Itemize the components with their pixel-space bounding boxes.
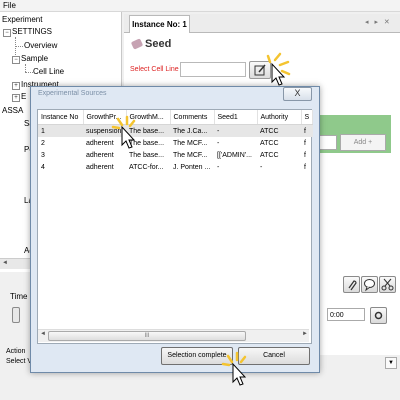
table-row[interactable]: 3 adherent The base... The MCF... [['ADM… [38, 149, 313, 161]
dialog-close-button[interactable]: X [283, 87, 312, 101]
table-cell: The J.Ca... [170, 124, 214, 137]
tree-item-cell-line[interactable]: Cell Line [33, 67, 64, 77]
table-cell: ATCC [260, 151, 279, 159]
table-cell: - [217, 139, 220, 147]
menubar: File [0, 0, 400, 12]
scroll-right-icon[interactable]: ► [302, 331, 308, 337]
tree-item-sample[interactable]: Sample [21, 54, 48, 64]
cell-line-input[interactable] [180, 62, 246, 77]
table-cell: f [304, 139, 306, 147]
sources-table: Instance No GrowthPr... GrowthM... Comme… [38, 110, 314, 173]
speech-bubble-icon [364, 279, 375, 292]
add-button[interactable]: Add + [340, 134, 386, 151]
comment-button[interactable] [361, 276, 378, 293]
paperclip-icon [348, 280, 357, 291]
select-version-label: Select V [6, 358, 33, 365]
click-indicator-cursor [266, 52, 291, 86]
table-cell: J. Ponten ... [173, 163, 211, 171]
tree-connector [25, 72, 33, 73]
table-cell: 3 [41, 151, 45, 159]
click-indicator-cursor [221, 351, 247, 386]
time-label: Time [10, 292, 28, 301]
tab-instance-1[interactable]: Instance No: 1 [129, 15, 190, 33]
section-title-seed: Seed [145, 38, 172, 50]
table-cell: 1 [38, 124, 83, 137]
tree-item-settings[interactable]: SETTINGS [12, 27, 52, 37]
scissors-icon [381, 278, 394, 291]
collapse-icon[interactable]: − [12, 56, 20, 64]
gear-icon [374, 311, 383, 320]
column-header[interactable]: Instance No [38, 110, 84, 125]
cut-button[interactable] [379, 276, 396, 293]
column-header[interactable]: S [301, 110, 314, 125]
expand-icon[interactable]: + [12, 94, 20, 102]
table-cell: - [260, 163, 263, 171]
table-cell: The base... [129, 151, 165, 159]
scrollbar-thumb[interactable]: III [48, 331, 246, 341]
table-cell: f [304, 151, 306, 159]
table-cell: f [301, 124, 313, 137]
table-cell: 2 [41, 139, 45, 147]
attach-button[interactable] [343, 276, 360, 293]
table-cell: f [304, 163, 306, 171]
tree-connector [25, 64, 26, 72]
table-row[interactable]: 1 suspension The base... The J.Ca... - A… [38, 124, 313, 137]
table-cell: The MCF... [173, 139, 208, 147]
collapse-icon[interactable]: − [3, 29, 11, 37]
column-header[interactable]: Seed1 [214, 110, 258, 125]
time-input[interactable]: 0:00 [327, 308, 365, 321]
tree-item-overview[interactable]: Overview [24, 41, 57, 51]
table-cell: adherent [86, 163, 114, 171]
dialog-title: Experimental Sources [38, 90, 107, 97]
tree-item-experiment[interactable]: Experiment [2, 15, 42, 25]
tab-navigation-icons[interactable]: ◂ ▸ ✕ [365, 18, 392, 26]
table-cell: adherent [86, 151, 114, 159]
table-cell: ATCC-for... [129, 163, 164, 171]
table-cell: ATCC [260, 139, 279, 147]
time-slider-handle[interactable] [12, 307, 20, 323]
table-cell: ATCC [257, 124, 301, 137]
table-row[interactable]: 4 adherent ATCC-for... J. Ponten ... - -… [38, 161, 313, 173]
menu-file[interactable]: File [3, 0, 16, 11]
column-header[interactable]: Authority [257, 110, 302, 125]
tree-item-assays[interactable]: ASSA [2, 106, 23, 116]
table-row[interactable]: 2 adherent The base... The MCF... - ATCC… [38, 137, 313, 149]
table-cell: - [214, 124, 257, 137]
time-settings-button[interactable] [370, 307, 387, 324]
select-cell-line-label: Select Cell Line [130, 66, 179, 73]
tree-connector [15, 46, 23, 47]
action-label: Action [6, 348, 26, 355]
scroll-left-icon[interactable]: ◄ [40, 331, 46, 337]
table-header-row: Instance No GrowthPr... GrowthM... Comme… [38, 110, 314, 125]
table-cell: 4 [41, 163, 45, 171]
table-cell: - [217, 163, 220, 171]
scroll-left-icon[interactable]: ◄ [2, 260, 8, 266]
chevron-down-icon[interactable]: ▼ [385, 357, 397, 369]
column-header[interactable]: Comments [170, 110, 215, 125]
expand-icon[interactable]: + [12, 82, 20, 90]
table-cell: The MCF... [173, 151, 208, 159]
tree-item-e[interactable]: E [21, 92, 26, 102]
click-indicator-cursor [111, 115, 136, 149]
table-cell: [['ADMIN'... [217, 151, 252, 159]
